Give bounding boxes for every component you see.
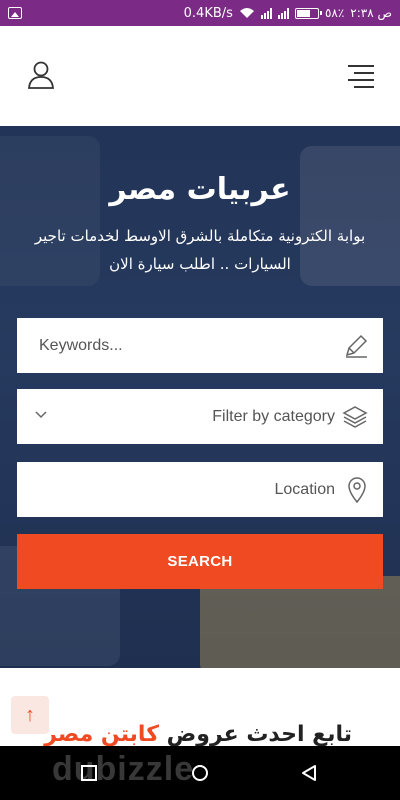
status-bar: 0.4KB/s ٥٨٪ ص ٢:٣٨ <box>0 0 400 26</box>
promo-heading-brand: كابتن مصر <box>44 722 159 747</box>
location-pin-icon <box>348 477 366 503</box>
category-select[interactable]: Filter by category <box>17 389 383 444</box>
hero-subtitle: بوابة الكترونية متكاملة بالشرق الاوسط لخ… <box>34 227 366 273</box>
background-car-image <box>200 576 400 668</box>
dubizzle-watermark: dubizzle <box>52 750 195 788</box>
pencil-icon <box>345 334 368 358</box>
menu-icon[interactable] <box>348 65 376 88</box>
battery-icon <box>294 7 322 19</box>
clock: ص ٢:٣٨ <box>350 6 392 20</box>
site-header <box>0 26 400 126</box>
keywords-input[interactable]: Keywords... <box>17 318 383 373</box>
signal-icon <box>260 7 272 19</box>
back-icon[interactable] <box>300 764 318 782</box>
arrow-up-icon: ↑ <box>25 703 35 726</box>
hero-title: عربيات مصر <box>109 172 291 207</box>
promo-heading-text: تابع احدث عروض <box>166 722 352 747</box>
chevron-down-icon <box>35 411 47 419</box>
status-bar-right: 0.4KB/s ٥٨٪ ص ٢:٣٨ <box>184 6 392 21</box>
image-icon <box>8 7 22 19</box>
category-placeholder: Filter by category <box>212 407 335 425</box>
battery-percent: ٥٨٪ <box>324 6 345 20</box>
wifi-icon <box>239 8 254 18</box>
layers-icon <box>342 406 368 428</box>
promo-heading: تابع احدث عروض كابتن مصر <box>44 722 352 747</box>
keywords-placeholder: Keywords... <box>39 336 123 354</box>
search-button[interactable]: SEARCH <box>17 534 383 589</box>
user-icon[interactable] <box>26 60 56 90</box>
signal-icon <box>277 7 289 19</box>
network-speed: 0.4KB/s <box>183 5 233 21</box>
location-input[interactable]: Location <box>17 462 383 517</box>
location-placeholder: Location <box>274 480 336 498</box>
